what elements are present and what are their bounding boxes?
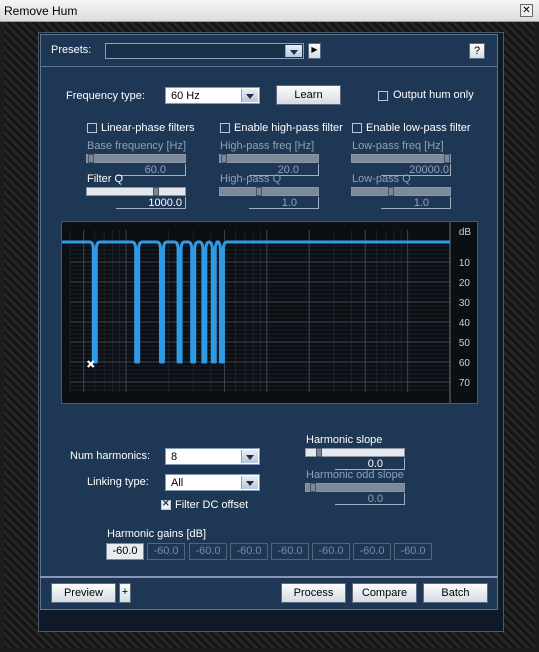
output-hum-only-checkbox[interactable] [378,91,388,101]
db-tick-label: 50 [459,338,471,349]
batch-button[interactable]: Batch [423,583,488,603]
harmonic-gain-field[interactable]: -60.0 [189,543,227,560]
chevron-down-icon [241,89,258,102]
db-tick-label: 40 [459,318,471,329]
window-title: Remove Hum [4,4,78,18]
lowpass-freq-label: Low-pass freq [Hz] [352,140,444,152]
filter-dc-offset-label: Filter DC offset [175,499,249,511]
enable-lowpass-checkbox[interactable] [352,123,362,133]
base-frequency-value[interactable]: 60.0 [116,164,166,176]
slider-thumb[interactable] [153,187,159,196]
db-tick-label: 10 [459,258,471,269]
play-icon: ▶ [311,45,318,54]
preview-options-button[interactable]: + [119,583,131,603]
harmonic-odd-slope-slider[interactable] [305,483,405,492]
help-button[interactable]: ? [469,43,485,59]
linking-type-dropdown[interactable]: All [165,474,260,491]
highpass-freq-label: High-pass freq [Hz] [220,140,315,152]
harmonic-slope-slider[interactable] [305,448,405,457]
help-icon: ? [473,45,481,57]
chevron-down-icon [285,45,302,57]
frequency-response-graph[interactable]: dB10203040506070501005001000200050001000… [61,221,478,404]
slider-thumb[interactable] [256,187,262,196]
chevron-down-icon [241,476,258,489]
linear-phase-label: Linear-phase filters [101,122,195,134]
harmonic-gain-field[interactable]: -60.0 [106,543,144,560]
harmonic-odd-slope-value[interactable]: 0.0 [335,493,383,505]
harmonic-gain-field[interactable]: -60.0 [353,543,391,560]
highpass-q-slider[interactable] [219,187,319,196]
frequency-type-dropdown[interactable]: 60 Hz [165,87,260,104]
base-frequency-slider[interactable] [86,154,186,163]
preview-button[interactable]: Preview [51,583,116,603]
slider-thumb[interactable] [221,154,227,163]
compare-button[interactable]: Compare [352,583,417,603]
slider-thumb[interactable] [310,483,316,492]
harmonic-gain-field[interactable]: -60.0 [394,543,432,560]
num-harmonics-dropdown[interactable]: 8 [165,448,260,465]
db-tick-label: 30 [459,298,471,309]
filter-dc-offset-checkbox[interactable] [161,498,171,510]
process-button[interactable]: Process [281,583,346,603]
slider-thumb[interactable] [444,154,450,163]
title-bar: Remove Hum ✕ [0,0,539,22]
enable-highpass-label: Enable high-pass filter [234,122,343,134]
highpass-freq-slider[interactable] [219,154,319,163]
slider-thumb[interactable] [388,187,394,196]
frequency-response-plot: dB10203040506070501005001000200050001000… [62,222,472,403]
presets-dropdown[interactable] [105,43,304,59]
frequency-type-label: Frequency type: [66,90,145,102]
linear-phase-checkbox[interactable] [87,123,97,133]
base-frequency-label: Base frequency [Hz] [87,140,187,152]
filter-q-slider[interactable] [86,187,186,196]
db-tick-label: 60 [459,358,471,369]
harmonic-gain-field[interactable]: -60.0 [147,543,185,560]
harmonic-odd-slope-label: Harmonic odd slope [306,469,404,481]
plus-icon: + [121,586,129,598]
db-tick-label: 20 [459,278,471,289]
close-button[interactable]: ✕ [520,4,533,17]
close-icon: ✕ [522,5,531,16]
harmonic-gain-field[interactable]: -60.0 [230,543,268,560]
lowpass-q-slider[interactable] [351,187,451,196]
chevron-down-icon [241,450,258,463]
harmonic-gain-field[interactable]: -60.0 [271,543,309,560]
output-hum-only-label: Output hum only [393,89,474,101]
filter-q-label: Filter Q [87,173,124,185]
enable-lowpass-label: Enable low-pass filter [366,122,471,134]
db-tick-label: 70 [459,378,471,389]
num-harmonics-label: Num harmonics: [70,450,151,462]
harmonic-slope-label: Harmonic slope [306,434,383,446]
slider-thumb[interactable] [316,448,322,457]
lowpass-q-label: Low-pass Q [352,173,411,185]
slider-thumb[interactable] [88,154,94,163]
divider [40,66,498,67]
learn-button[interactable]: Learn [276,85,341,105]
lowpass-q-value[interactable]: 1.0 [381,197,429,209]
highpass-q-value[interactable]: 1.0 [249,197,297,209]
linking-type-label: Linking type: [87,476,149,488]
harmonic-gain-field[interactable]: -60.0 [312,543,350,560]
harmonic-gains-label: Harmonic gains [dB] [107,528,207,540]
lowpass-freq-slider[interactable] [351,154,451,163]
presets-label: Presets: [51,44,92,56]
enable-highpass-checkbox[interactable] [220,123,230,133]
filter-q-value[interactable]: 1000.0 [116,197,182,209]
db-unit-label: dB [459,227,472,238]
presets-next-button[interactable]: ▶ [308,43,321,59]
highpass-q-label: High-pass Q [220,173,282,185]
